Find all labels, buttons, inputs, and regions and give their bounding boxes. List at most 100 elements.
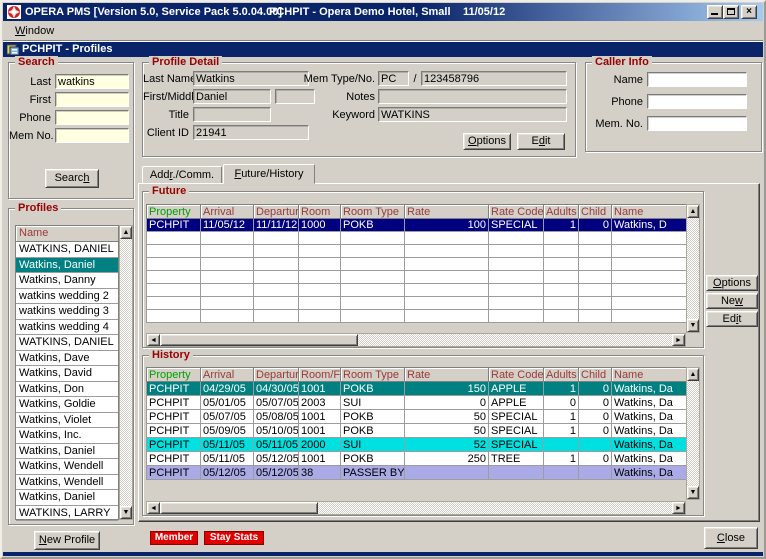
stay-stats-indicator-button[interactable]: Stay Stats <box>204 531 264 545</box>
scroll-up-icon[interactable]: ▲ <box>687 205 699 218</box>
history-row[interactable]: PCHPIT04/29/0504/30/051001POKB150APPLE10… <box>147 382 687 396</box>
profile-list-item[interactable]: Watkins, Dave <box>16 351 118 367</box>
cell <box>405 310 489 323</box>
empty-row[interactable] <box>147 232 687 245</box>
profile-list-item[interactable]: Watkins, Daniel <box>16 444 118 460</box>
profile-list-item[interactable]: Watkins, Wendell <box>16 475 118 491</box>
cell: Watkins, D <box>612 219 687 232</box>
first-name-input[interactable] <box>55 92 129 107</box>
mem-no-input[interactable] <box>55 128 129 143</box>
cell <box>544 245 579 258</box>
cell <box>579 466 612 480</box>
scroll-right-icon[interactable]: ► <box>672 334 685 346</box>
cell <box>201 310 254 323</box>
history-row[interactable]: PCHPIT05/11/0505/11/052000SUI52SPECIALWa… <box>147 438 687 452</box>
cell: 05/01/05 <box>201 396 254 410</box>
profile-list-item[interactable]: Watkins, Wendell <box>16 459 118 475</box>
caller-mem-input[interactable] <box>647 116 747 131</box>
scroll-down-icon[interactable]: ▼ <box>687 319 699 332</box>
scroll-up-icon[interactable]: ▲ <box>120 226 132 239</box>
cell <box>579 438 612 452</box>
profile-list-item[interactable]: watkins wedding 4 <box>16 320 118 336</box>
profile-list-item[interactable]: WATKINS, DANIEL <box>16 335 118 351</box>
last-name-input[interactable] <box>55 74 129 89</box>
caller-phone-input[interactable] <box>647 94 747 109</box>
window-menu[interactable]: Window <box>11 24 58 38</box>
tab-addr-comm[interactable]: Addr./Comm. <box>142 166 222 184</box>
cell <box>579 310 612 323</box>
last-name-detail-label: Last Name <box>143 73 189 85</box>
column-header: Rate <box>405 205 489 219</box>
future-options-button[interactable]: Options <box>706 275 758 291</box>
future-group: Future PropertyArrivalDepartureRoomRoom … <box>142 191 704 348</box>
phone-input[interactable] <box>55 110 129 125</box>
detail-options-button[interactable]: Options <box>463 133 511 150</box>
future-row[interactable]: PCHPIT11/05/1211/11/121000POKB100SPECIAL… <box>147 219 687 232</box>
profile-list-item[interactable]: WATKINS, LARRY <box>16 506 118 522</box>
future-new-button[interactable]: New <box>706 293 758 309</box>
empty-row[interactable] <box>147 258 687 271</box>
search-button[interactable]: Search <box>45 169 99 188</box>
keyword-field <box>378 107 567 122</box>
close-button[interactable]: Close <box>704 527 758 549</box>
cell: PASSER BY <box>341 466 405 480</box>
empty-row[interactable] <box>147 284 687 297</box>
cell: PCHPIT <box>147 466 201 480</box>
history-hscroll-thumb[interactable] <box>160 502 318 514</box>
profile-list-item[interactable]: Watkins, Don <box>16 382 118 398</box>
profile-list-item[interactable]: watkins wedding 3 <box>16 304 118 320</box>
new-profile-button[interactable]: New Profile <box>34 531 100 550</box>
empty-row[interactable] <box>147 310 687 323</box>
cell <box>544 284 579 297</box>
future-vscrollbar[interactable]: ▲ ▼ <box>686 204 700 333</box>
profile-list-item[interactable]: Watkins, Daniel <box>16 490 118 506</box>
profiles-scrollbar[interactable]: ▲ ▼ <box>119 225 133 520</box>
tab-future-history[interactable]: Future/History <box>223 164 315 184</box>
history-row[interactable]: PCHPIT05/11/0505/12/051001POKB250TREE10W… <box>147 452 687 466</box>
profile-list-item[interactable]: Watkins, Violet <box>16 413 118 429</box>
history-row[interactable]: PCHPIT05/12/0505/12/0538PASSER BYWatkins… <box>147 466 687 480</box>
scroll-up-icon[interactable]: ▲ <box>687 368 699 381</box>
scroll-left-icon[interactable]: ◄ <box>147 502 160 514</box>
profile-list-item[interactable]: Watkins, Daniel <box>16 258 118 274</box>
profile-list-item[interactable]: Watkins, Goldie <box>16 397 118 413</box>
scroll-left-icon[interactable]: ◄ <box>147 334 160 346</box>
profile-list-item[interactable]: WATKINS, DANIEL <box>16 242 118 258</box>
maximize-button[interactable] <box>723 5 739 19</box>
caller-info-group: Caller Info Name Phone Mem. No. <box>585 62 762 152</box>
profile-list-item[interactable]: watkins wedding 2 <box>16 289 118 305</box>
minimize-button[interactable] <box>707 5 723 19</box>
profile-list-item[interactable]: Watkins, Inc. <box>16 428 118 444</box>
opera-pms-window: OPERA PMS [Version 5.0, Service Pack 5.0… <box>0 0 766 559</box>
scroll-down-icon[interactable]: ▼ <box>120 506 132 519</box>
empty-row[interactable] <box>147 297 687 310</box>
cell <box>544 297 579 310</box>
cell <box>254 232 299 245</box>
history-vscrollbar[interactable]: ▲ ▼ <box>686 367 700 500</box>
cell <box>544 232 579 245</box>
cell: SPECIAL <box>489 424 544 438</box>
future-edit-button[interactable]: Edit <box>706 311 758 327</box>
profile-list-item[interactable]: Watkins, David <box>16 366 118 382</box>
cell <box>405 258 489 271</box>
future-hscrollbar[interactable]: ◄ ► <box>146 333 686 347</box>
notes-label: Notes <box>301 91 375 103</box>
history-row[interactable]: PCHPIT05/09/0505/10/051001POKB50SPECIAL1… <box>147 424 687 438</box>
cell <box>254 245 299 258</box>
cell <box>254 284 299 297</box>
scroll-down-icon[interactable]: ▼ <box>687 486 699 499</box>
empty-row[interactable] <box>147 245 687 258</box>
mem-type-label: Mem Type/No. <box>301 73 375 85</box>
cell: 05/11/05 <box>201 452 254 466</box>
close-window-button[interactable]: × <box>741 5 757 19</box>
member-indicator-button[interactable]: Member <box>150 531 198 545</box>
future-hscroll-thumb[interactable] <box>160 334 358 346</box>
history-hscrollbar[interactable]: ◄ ► <box>146 501 686 515</box>
empty-row[interactable] <box>147 271 687 284</box>
profile-list-item[interactable]: Watkins, Danny <box>16 273 118 289</box>
detail-edit-button[interactable]: Edit <box>517 133 565 150</box>
history-row[interactable]: PCHPIT05/01/0505/07/052003SUI0APPLE00Wat… <box>147 396 687 410</box>
history-row[interactable]: PCHPIT05/07/0505/08/051001POKB50SPECIAL1… <box>147 410 687 424</box>
scroll-right-icon[interactable]: ► <box>672 502 685 514</box>
caller-name-input[interactable] <box>647 72 747 87</box>
